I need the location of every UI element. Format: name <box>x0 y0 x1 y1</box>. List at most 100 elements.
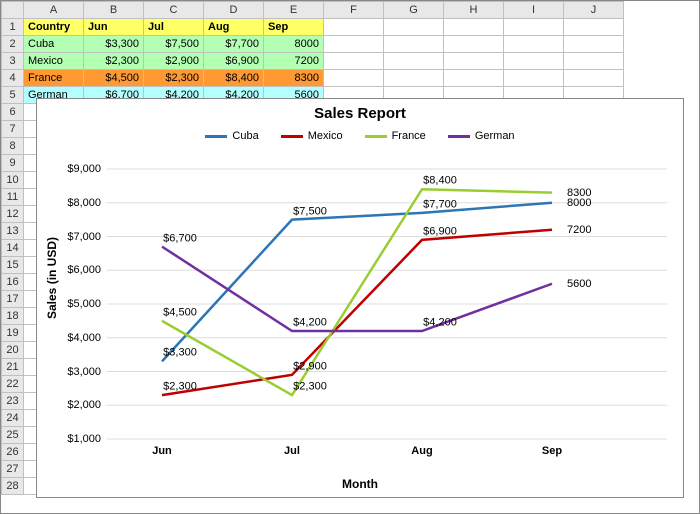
cell[interactable] <box>504 70 564 87</box>
row-header-23[interactable]: 23 <box>2 393 24 410</box>
row-header-5[interactable]: 5 <box>2 87 24 104</box>
cell[interactable] <box>324 19 384 36</box>
series-line-german <box>162 247 552 331</box>
cell[interactable] <box>324 70 384 87</box>
data-label: $8,400 <box>423 175 457 187</box>
x-tick: Aug <box>411 445 432 457</box>
row-header-27[interactable]: 27 <box>2 461 24 478</box>
row-header-15[interactable]: 15 <box>2 257 24 274</box>
row-header-14[interactable]: 14 <box>2 240 24 257</box>
cell[interactable] <box>384 53 444 70</box>
col-header-A[interactable]: A <box>24 2 84 19</box>
end-label: 8300 <box>567 187 591 199</box>
col-header-J[interactable]: J <box>564 2 624 19</box>
header-cell[interactable]: Jul <box>144 19 204 36</box>
data-cell[interactable]: $6,900 <box>204 53 264 70</box>
cell[interactable] <box>384 19 444 36</box>
row-header-13[interactable]: 13 <box>2 223 24 240</box>
cell[interactable] <box>504 36 564 53</box>
country-cell[interactable]: Mexico <box>24 53 84 70</box>
col-header-G[interactable]: G <box>384 2 444 19</box>
row-header-22[interactable]: 22 <box>2 376 24 393</box>
row-header-9[interactable]: 9 <box>2 155 24 172</box>
data-cell[interactable]: $4,500 <box>84 70 144 87</box>
col-header-E[interactable]: E <box>264 2 324 19</box>
row-header-4[interactable]: 4 <box>2 70 24 87</box>
row-header-19[interactable]: 19 <box>2 325 24 342</box>
data-cell[interactable]: $8,400 <box>204 70 264 87</box>
cell[interactable] <box>564 36 624 53</box>
header-cell[interactable]: Country <box>24 19 84 36</box>
row-header-11[interactable]: 11 <box>2 189 24 206</box>
cell[interactable] <box>564 70 624 87</box>
row-header-24[interactable]: 24 <box>2 410 24 427</box>
col-header-I[interactable]: I <box>504 2 564 19</box>
chart-title: Sales Report <box>37 105 683 122</box>
select-all-cell[interactable] <box>2 2 24 19</box>
row-header-25[interactable]: 25 <box>2 427 24 444</box>
cell[interactable] <box>444 36 504 53</box>
header-cell[interactable]: Jun <box>84 19 144 36</box>
cell[interactable] <box>564 19 624 36</box>
y-tick: $8,000 <box>67 197 101 209</box>
col-header-F[interactable]: F <box>324 2 384 19</box>
country-cell[interactable]: France <box>24 70 84 87</box>
cell[interactable] <box>384 70 444 87</box>
cell[interactable] <box>444 53 504 70</box>
row-header-2[interactable]: 2 <box>2 36 24 53</box>
data-cell[interactable]: $2,300 <box>144 70 204 87</box>
row-header-18[interactable]: 18 <box>2 308 24 325</box>
row-header-12[interactable]: 12 <box>2 206 24 223</box>
end-label: 7200 <box>567 224 591 236</box>
x-tick: Sep <box>542 445 562 457</box>
row-header-8[interactable]: 8 <box>2 138 24 155</box>
data-label: $7,700 <box>423 198 457 210</box>
col-header-C[interactable]: C <box>144 2 204 19</box>
data-cell[interactable]: 7200 <box>264 53 324 70</box>
y-tick: $6,000 <box>67 264 101 276</box>
data-cell[interactable]: $2,300 <box>84 53 144 70</box>
cell[interactable] <box>504 53 564 70</box>
header-cell[interactable]: Aug <box>204 19 264 36</box>
data-label: $4,500 <box>163 306 197 318</box>
chart-container[interactable]: Sales Report CubaMexicoFranceGerman Sale… <box>36 98 684 498</box>
row-header-10[interactable]: 10 <box>2 172 24 189</box>
data-label: $6,900 <box>423 225 457 237</box>
cell[interactable] <box>444 19 504 36</box>
data-cell[interactable]: $2,900 <box>144 53 204 70</box>
data-cell[interactable]: 8300 <box>264 70 324 87</box>
y-axis-label: Sales (in USD) <box>45 237 59 319</box>
row-header-28[interactable]: 28 <box>2 478 24 495</box>
cell[interactable] <box>324 53 384 70</box>
row-header-6[interactable]: 6 <box>2 104 24 121</box>
cell[interactable] <box>564 53 624 70</box>
data-cell[interactable]: $7,700 <box>204 36 264 53</box>
data-label: $7,500 <box>293 205 327 217</box>
row-header-16[interactable]: 16 <box>2 274 24 291</box>
x-tick: Jun <box>152 445 172 457</box>
cell[interactable] <box>504 19 564 36</box>
chart-legend: CubaMexicoFranceGerman <box>37 130 683 142</box>
cell[interactable] <box>444 70 504 87</box>
row-header-21[interactable]: 21 <box>2 359 24 376</box>
plot-area: $1,000$2,000$3,000$4,000$5,000$6,000$7,0… <box>107 169 667 439</box>
data-cell[interactable]: 8000 <box>264 36 324 53</box>
data-cell[interactable]: $7,500 <box>144 36 204 53</box>
col-header-B[interactable]: B <box>84 2 144 19</box>
row-header-1[interactable]: 1 <box>2 19 24 36</box>
row-header-17[interactable]: 17 <box>2 291 24 308</box>
row-header-20[interactable]: 20 <box>2 342 24 359</box>
row-header-3[interactable]: 3 <box>2 53 24 70</box>
col-header-H[interactable]: H <box>444 2 504 19</box>
country-cell[interactable]: Cuba <box>24 36 84 53</box>
data-cell[interactable]: $3,300 <box>84 36 144 53</box>
y-tick: $2,000 <box>67 399 101 411</box>
legend-item-mexico: Mexico <box>281 130 343 142</box>
y-tick: $3,000 <box>67 366 101 378</box>
header-cell[interactable]: Sep <box>264 19 324 36</box>
row-header-26[interactable]: 26 <box>2 444 24 461</box>
cell[interactable] <box>324 36 384 53</box>
col-header-D[interactable]: D <box>204 2 264 19</box>
row-header-7[interactable]: 7 <box>2 121 24 138</box>
cell[interactable] <box>384 36 444 53</box>
